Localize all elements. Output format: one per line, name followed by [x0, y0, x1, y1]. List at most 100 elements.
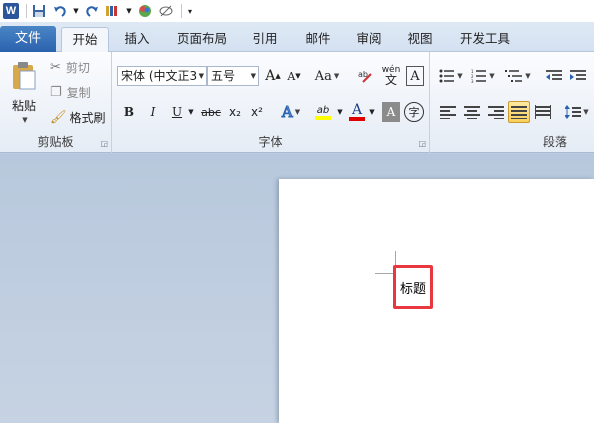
tab-references[interactable]: 引用	[245, 27, 285, 52]
char-border-icon: A	[410, 68, 420, 84]
font-color-dropdown-icon[interactable]: ▼	[368, 102, 376, 122]
align-right-button[interactable]	[486, 102, 506, 122]
align-center-icon	[464, 106, 480, 119]
subscript-button[interactable]: x₂	[226, 102, 244, 122]
numbering-button[interactable]: 1 2 3 ▼	[470, 66, 496, 86]
tab-mailings[interactable]: 邮件	[298, 27, 338, 52]
tab-home[interactable]: 开始	[61, 27, 109, 53]
justify-button[interactable]	[508, 101, 530, 123]
highlight-icon: ab	[316, 104, 330, 116]
font-name-value: 宋体 (中文正3	[121, 69, 198, 83]
paste-icon	[13, 61, 36, 89]
scissors-icon: ✂	[50, 59, 61, 75]
multilevel-list-icon	[505, 70, 523, 82]
clear-format-icon: ab	[358, 70, 372, 83]
underline-dropdown-icon[interactable]: ▼	[187, 102, 195, 122]
highlight-color-bar	[315, 115, 331, 120]
chevron-down-icon[interactable]: ▼	[199, 67, 204, 85]
line-spacing-button[interactable]: ▼	[564, 102, 590, 122]
paste-button[interactable]: 粘贴 ▼	[4, 56, 44, 128]
font-group: 宋体 (中文正3 ▼ 五号 ▼ A ▲ A ▼ Aa ▼ ab wén 文 A B I…	[112, 52, 430, 153]
format-painter-label: 格式刷	[69, 110, 106, 125]
qat-separator	[181, 4, 182, 18]
cut-button[interactable]: ✂ 剪切	[50, 58, 90, 76]
copy-icon: ❐	[50, 84, 62, 100]
document-workspace: 标题	[0, 154, 594, 423]
tab-developer[interactable]: 开发工具	[452, 27, 518, 52]
numbering-icon: 123	[471, 69, 487, 83]
underline-button[interactable]: U	[168, 102, 186, 122]
word-logo-icon[interactable]: W	[2, 2, 20, 20]
clipboard-group: 粘贴 ▼ ✂ 剪切 ❐ 复制 🖌 格式刷 剪贴板 ◲	[0, 52, 112, 153]
paste-label: 粘贴	[11, 98, 36, 113]
save-icon[interactable]	[30, 2, 48, 20]
ribbon-tabs: 文件 开始 插入 页面布局 引用 邮件 审阅 视图 开发工具	[0, 22, 594, 53]
document-page[interactable]: 标题	[279, 179, 594, 423]
bold-button[interactable]: B	[120, 102, 138, 122]
cut-label: 剪切	[65, 60, 90, 75]
svg-text:3: 3	[471, 79, 474, 83]
tab-view[interactable]: 视图	[400, 27, 440, 52]
distributed-icon	[535, 105, 551, 119]
change-case-icon: Aa	[314, 68, 332, 84]
grow-font-icon: A	[265, 68, 276, 84]
char-border-button[interactable]: A	[406, 66, 424, 86]
dropdown-icon[interactable]: ▼	[72, 2, 80, 20]
phonetic-guide-button[interactable]: wén 文	[380, 64, 402, 86]
font-color-button[interactable]: A	[346, 100, 368, 124]
margin-corner-mark	[375, 273, 395, 274]
change-case-button[interactable]: Aa ▼	[312, 66, 342, 86]
word-logo-letter: W	[3, 3, 19, 19]
grow-font-button[interactable]: A ▲	[264, 66, 282, 86]
font-size-value: 五号	[211, 69, 236, 83]
tab-page-layout[interactable]: 页面布局	[170, 27, 234, 52]
eraser-icon[interactable]	[157, 2, 175, 20]
undo-icon[interactable]	[51, 2, 69, 20]
copy-label: 复制	[66, 85, 91, 100]
align-center-button[interactable]	[462, 102, 482, 122]
dropdown-icon[interactable]: ▼	[125, 2, 133, 20]
text-effect-button[interactable]: A ▼	[278, 102, 304, 122]
brush-icon: 🖌	[50, 109, 67, 125]
line-spacing-icon	[565, 105, 582, 119]
paste-dropdown-icon[interactable]: ▼	[22, 116, 27, 124]
highlight-button[interactable]: ab	[308, 100, 338, 124]
char-shading-button[interactable]: A	[382, 102, 400, 122]
color-icon[interactable]	[136, 2, 154, 20]
bullets-icon	[439, 69, 455, 83]
paragraph-group-label: 段落	[542, 135, 567, 149]
dialog-launcher-icon[interactable]: ◲	[100, 139, 108, 148]
format-painter-button[interactable]: 🖌 格式刷	[50, 108, 106, 126]
italic-button[interactable]: I	[144, 102, 162, 122]
format-painter-icon[interactable]	[104, 2, 122, 20]
customize-icon[interactable]: ▾	[185, 2, 195, 20]
dialog-launcher-icon[interactable]: ◲	[418, 139, 426, 148]
chevron-down-icon[interactable]: ▼	[251, 67, 256, 85]
highlight-dropdown-icon[interactable]: ▼	[336, 102, 344, 122]
decrease-indent-button[interactable]	[544, 66, 564, 86]
align-left-icon	[440, 106, 456, 119]
tab-file[interactable]: 文件	[0, 26, 56, 52]
font-color-icon: A	[351, 102, 363, 118]
font-name-combo[interactable]: 宋体 (中文正3 ▼	[117, 66, 207, 86]
enclose-char-button[interactable]: 字	[404, 102, 424, 122]
superscript-button[interactable]: x²	[248, 102, 266, 122]
copy-button[interactable]: ❐ 复制	[50, 83, 91, 101]
highlight-box	[393, 265, 433, 309]
quick-access-toolbar: W ▼ ▼ ▾	[0, 0, 594, 22]
paragraph-group: ▼ 1 2 3 ▼ ▼ ▼ 段落	[430, 52, 594, 153]
clipboard-group-label: 剪贴板	[37, 135, 74, 149]
clear-format-button[interactable]: ab	[356, 66, 376, 86]
align-left-button[interactable]	[438, 102, 458, 122]
shrink-font-icon: A	[287, 69, 296, 83]
tab-insert[interactable]: 插入	[117, 27, 157, 52]
bullets-button[interactable]: ▼	[438, 66, 464, 86]
shrink-font-button[interactable]: A ▼	[286, 66, 302, 86]
redo-icon[interactable]	[83, 2, 101, 20]
tab-review[interactable]: 审阅	[349, 27, 389, 52]
strikethrough-button[interactable]: abc	[200, 102, 222, 122]
increase-indent-button[interactable]	[568, 66, 588, 86]
font-size-combo[interactable]: 五号 ▼	[207, 66, 259, 86]
distributed-button[interactable]	[533, 102, 553, 122]
multilevel-list-button[interactable]: ▼	[504, 66, 532, 86]
